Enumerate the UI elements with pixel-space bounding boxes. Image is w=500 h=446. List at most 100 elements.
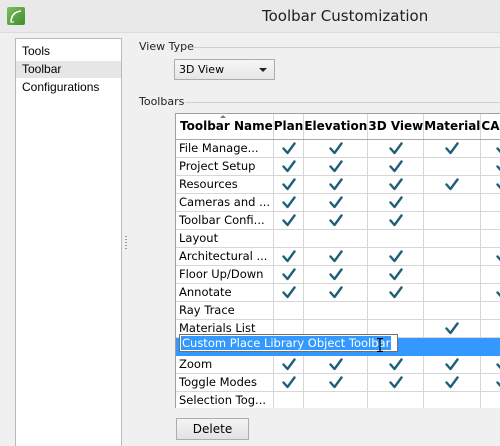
toolbar-checkbox-cell[interactable]	[273, 229, 305, 248]
toolbar-checkbox-cell[interactable]	[367, 301, 425, 320]
toolbar-checkbox-cell[interactable]	[367, 355, 425, 374]
toolbar-name-cell[interactable]: Selection Tog...	[176, 391, 274, 408]
toolbar-checkbox-cell[interactable]	[367, 283, 425, 302]
toolbar-checkbox-cell[interactable]	[367, 391, 425, 408]
toolbar-checkbox-cell[interactable]	[480, 391, 500, 408]
toolbar-checkbox-cell[interactable]	[303, 211, 369, 230]
toolbar-checkbox-cell[interactable]	[273, 175, 305, 194]
column-header[interactable]: Material	[423, 114, 482, 140]
toolbar-name-cell[interactable]: Toolbar Confi...	[176, 211, 274, 230]
toolbar-checkbox-cell[interactable]	[423, 157, 482, 176]
toolbar-checkbox-cell[interactable]	[303, 175, 369, 194]
toolbar-checkbox-cell[interactable]	[273, 211, 305, 230]
toolbar-name-cell[interactable]: Toggle Modes	[176, 373, 274, 392]
toolbar-checkbox-cell[interactable]	[480, 301, 500, 320]
toolbar-checkbox-cell[interactable]	[303, 139, 369, 158]
toolbar-checkbox-cell[interactable]	[480, 373, 500, 392]
view-type-dropdown[interactable]: 3D View	[174, 59, 275, 80]
table-row[interactable]: Toggle Modes	[176, 373, 500, 392]
table-row[interactable]: File Manage...	[176, 139, 500, 158]
toolbar-checkbox-cell[interactable]	[367, 193, 425, 212]
toolbar-checkbox-cell[interactable]	[367, 373, 425, 392]
toolbar-checkbox-cell[interactable]	[423, 391, 482, 408]
toolbar-checkbox-cell[interactable]	[303, 229, 369, 248]
toolbar-checkbox-cell[interactable]	[303, 157, 369, 176]
toolbar-checkbox-cell[interactable]	[480, 211, 500, 230]
toolbar-checkbox-cell[interactable]	[423, 175, 482, 194]
toolbar-checkbox-cell[interactable]	[303, 283, 369, 302]
table-row[interactable]: Zoom	[176, 355, 500, 374]
sidebar-item-toolbar[interactable]: Toolbar	[16, 61, 121, 78]
toolbar-checkbox-cell[interactable]	[423, 319, 482, 338]
toolbar-checkbox-cell[interactable]	[367, 265, 425, 284]
toolbar-checkbox-cell[interactable]	[480, 355, 500, 374]
table-row[interactable]: Ray Trace	[176, 301, 500, 320]
table-row[interactable]: Resources	[176, 175, 500, 194]
toolbar-checkbox-cell[interactable]	[273, 193, 305, 212]
table-row[interactable]: Architectural ...	[176, 247, 500, 266]
table-row[interactable]: Layout	[176, 229, 500, 248]
toolbar-name-cell[interactable]: Project Setup	[176, 157, 274, 176]
toolbar-checkbox-cell[interactable]	[303, 391, 369, 408]
toolbar-checkbox-cell[interactable]	[303, 373, 369, 392]
splitter-handle[interactable]	[125, 236, 127, 250]
toolbar-checkbox-cell[interactable]	[367, 211, 425, 230]
toolbar-checkbox-cell[interactable]	[480, 139, 500, 158]
toolbar-checkbox-cell[interactable]	[423, 211, 482, 230]
toolbar-checkbox-cell[interactable]	[480, 247, 500, 266]
toolbar-checkbox-cell[interactable]	[480, 283, 500, 302]
column-header[interactable]: Elevation	[303, 114, 369, 140]
toolbar-name-cell[interactable]: Annotate	[176, 283, 274, 302]
column-header[interactable]: Plan	[273, 114, 305, 140]
table-row[interactable]: Floor Up/Down	[176, 265, 500, 284]
toolbar-checkbox-cell[interactable]	[480, 319, 500, 338]
column-header[interactable]: Toolbar Name	[176, 114, 274, 140]
toolbar-name-edit-field[interactable]: Custom Place Library Object Toolbar	[179, 334, 398, 352]
toolbar-name-cell[interactable]: Layout	[176, 229, 274, 248]
toolbar-checkbox-cell[interactable]	[273, 301, 305, 320]
toolbar-name-cell[interactable]: Ray Trace	[176, 301, 274, 320]
toolbar-checkbox-cell[interactable]	[480, 265, 500, 284]
table-row[interactable]: Toolbar Confi...	[176, 211, 500, 230]
table-row[interactable]: Annotate	[176, 283, 500, 302]
toolbar-checkbox-cell[interactable]	[423, 265, 482, 284]
sidebar-item-tools[interactable]: Tools	[16, 43, 121, 60]
toolbar-checkbox-cell[interactable]	[423, 139, 482, 158]
toolbar-checkbox-cell[interactable]	[423, 193, 482, 212]
toolbar-checkbox-cell[interactable]	[423, 247, 482, 266]
toolbar-checkbox-cell[interactable]	[480, 229, 500, 248]
toolbar-checkbox-cell[interactable]	[273, 139, 305, 158]
toolbar-checkbox-cell[interactable]	[480, 157, 500, 176]
column-header[interactable]: 3D View	[367, 114, 425, 140]
toolbar-checkbox-cell[interactable]	[367, 175, 425, 194]
toolbar-checkbox-cell[interactable]	[480, 337, 500, 356]
toolbar-checkbox-cell[interactable]	[303, 193, 369, 212]
toolbar-checkbox-cell[interactable]	[367, 247, 425, 266]
toolbar-name-cell[interactable]: Architectural ...	[176, 247, 274, 266]
toolbar-name-cell[interactable]: Zoom	[176, 355, 274, 374]
table-row[interactable]: Project Setup	[176, 157, 500, 176]
toolbar-checkbox-cell[interactable]	[303, 355, 369, 374]
toolbar-checkbox-cell[interactable]	[303, 247, 369, 266]
table-row[interactable]: Selection Tog...	[176, 391, 500, 408]
toolbar-checkbox-cell[interactable]	[367, 229, 425, 248]
toolbar-checkbox-cell[interactable]	[423, 229, 482, 248]
sidebar-item-configurations[interactable]: Configurations	[16, 79, 121, 96]
toolbar-checkbox-cell[interactable]	[423, 337, 482, 356]
toolbar-checkbox-cell[interactable]	[273, 157, 305, 176]
toolbar-checkbox-cell[interactable]	[303, 301, 369, 320]
toolbar-checkbox-cell[interactable]	[423, 301, 482, 320]
toolbar-checkbox-cell[interactable]	[480, 175, 500, 194]
toolbar-name-cell[interactable]: Cameras and ...	[176, 193, 274, 212]
toolbar-checkbox-cell[interactable]	[423, 283, 482, 302]
toolbar-checkbox-cell[interactable]	[273, 373, 305, 392]
toolbar-checkbox-cell[interactable]	[273, 391, 305, 408]
toolbar-checkbox-cell[interactable]	[423, 355, 482, 374]
toolbar-checkbox-cell[interactable]	[423, 373, 482, 392]
toolbar-checkbox-cell[interactable]	[273, 355, 305, 374]
toolbar-name-cell[interactable]: Floor Up/Down	[176, 265, 274, 284]
toolbar-checkbox-cell[interactable]	[273, 247, 305, 266]
toolbar-checkbox-cell[interactable]	[367, 139, 425, 158]
delete-button[interactable]: Delete	[176, 418, 249, 440]
toolbar-name-cell[interactable]: Resources	[176, 175, 274, 194]
